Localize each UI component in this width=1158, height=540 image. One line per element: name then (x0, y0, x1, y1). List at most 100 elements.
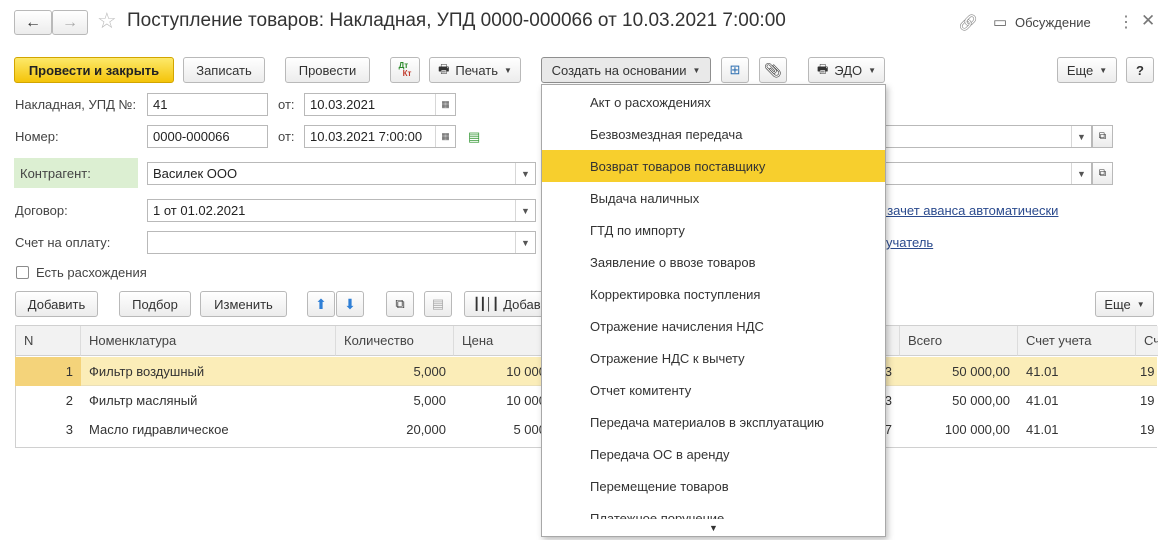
create-based-on-menu: Акт о расхождениях Безвозмездная передач… (541, 84, 886, 537)
open-warehouse-button[interactable]: ⧉ (1092, 162, 1113, 185)
recipient-link[interactable]: учатель (886, 235, 933, 250)
number-date-field[interactable]: 10.03.2021 7:00:00 ▦ (304, 125, 456, 148)
printer-icon: 🖶 (438, 61, 450, 76)
calendar-icon[interactable]: ▦ (435, 94, 455, 115)
create-based-on-button[interactable]: Создать на основании ▼ (541, 57, 711, 83)
table-more-button[interactable]: Еще ▼ (1095, 291, 1154, 317)
row-quantity: 5,000 (413, 364, 446, 379)
invoice-date-field[interactable]: 10.03.2021 ▦ (304, 93, 456, 116)
row-nomenclature: Фильтр воздушный (89, 364, 205, 379)
col-header-total[interactable]: Всего (900, 326, 1018, 356)
close-icon[interactable]: ✕ (1141, 11, 1155, 31)
comment-icon[interactable]: ▤ (468, 129, 480, 145)
forward-button[interactable]: → (52, 10, 88, 35)
help-button[interactable]: ? (1126, 57, 1154, 83)
number-label: Номер: (15, 129, 59, 144)
menu-item-goods-movement[interactable]: Перемещение товаров (542, 470, 885, 502)
chevron-down-icon[interactable]: ▼ (515, 232, 535, 253)
barcode-icon: ┃┃│┃ (473, 297, 499, 311)
number-field[interactable]: 0000-000066 (147, 125, 268, 148)
menu-item-materials-transfer[interactable]: Передача материалов в эксплуатацию (542, 406, 885, 438)
invoice-pay-label: Счет на оплату: (15, 235, 111, 250)
menu-item-discrepancy-act[interactable]: Акт о расхождениях (542, 86, 885, 118)
menu-item-return-to-supplier[interactable]: Возврат товаров поставщику (542, 150, 885, 182)
row-account2: 19 (1140, 422, 1155, 437)
row-price: 5 000 (513, 422, 546, 437)
chevron-down-icon: ▼ (504, 65, 512, 75)
row-quantity: 5,000 (413, 393, 446, 408)
attach-button[interactable]: 📎︎ (759, 57, 787, 83)
organization-field[interactable]: ▼ (860, 125, 1092, 148)
save-button[interactable]: Записать (183, 57, 265, 83)
menu-scroll-down[interactable]: ▼ (542, 519, 885, 536)
row-account: 41.01 (1026, 422, 1059, 437)
calendar-icon[interactable]: ▦ (435, 126, 455, 147)
chevron-down-icon: ▼ (868, 65, 877, 75)
discrepancy-label: Есть расхождения (36, 265, 147, 280)
chevron-down-icon: ▼ (692, 65, 701, 75)
menu-item-fixed-asset-lease[interactable]: Передача ОС в аренду (542, 438, 885, 470)
row-nomenclature: Масло гидравлическое (89, 422, 229, 437)
arrow-left-icon: ← (25, 13, 41, 31)
warehouse-field[interactable]: ▼ (860, 162, 1092, 185)
arrow-up-icon: ⬆︎ (315, 295, 327, 312)
favorite-star-icon[interactable]: ☆ (97, 8, 117, 34)
discussion-icon[interactable]: ▭ (993, 13, 1007, 31)
dt-kt-button[interactable]: Дт Кт (390, 57, 420, 83)
invoice-number-label: Накладная, УПД №: (15, 97, 137, 112)
link-icon[interactable]: 🔗︎ (958, 13, 978, 33)
counterparty-label: Контрагент: (20, 166, 91, 181)
discrepancy-checkbox[interactable] (16, 266, 29, 279)
structure-button[interactable]: ⊞ (721, 57, 749, 83)
row-price: 10 000 (506, 393, 546, 408)
invoice-date-label: от: (278, 97, 295, 112)
col-header-account[interactable]: Счет учета (1018, 326, 1136, 356)
change-button[interactable]: Изменить (200, 291, 287, 317)
select-button[interactable]: Подбор (119, 291, 191, 317)
copy-button[interactable]: ⧉ (386, 291, 414, 317)
hierarchy-icon: ⊞ (729, 62, 741, 77)
open-icon: ⧉ (1098, 168, 1107, 179)
col-header-nomenclature[interactable]: Номенклатура (81, 326, 336, 356)
menu-item-committent-report[interactable]: Отчет комитенту (542, 374, 885, 406)
move-up-button[interactable]: ⬆︎ (307, 291, 335, 317)
chevron-down-icon: ▼ (709, 523, 718, 533)
menu-item-import-application[interactable]: Заявление о ввозе товаров (542, 246, 885, 278)
add-row-button[interactable]: Добавить (15, 291, 98, 317)
more-button[interactable]: Еще ▼ (1057, 57, 1117, 83)
discussion-label[interactable]: Обсуждение (1015, 15, 1091, 30)
post-button[interactable]: Провести (285, 57, 370, 83)
back-button[interactable]: ← (14, 10, 52, 35)
chevron-down-icon[interactable]: ▼ (1071, 163, 1091, 184)
menu-item-vat-accrual[interactable]: Отражение начисления НДС (542, 310, 885, 342)
col-header-quantity[interactable]: Количество (336, 326, 454, 356)
row-account: 41.01 (1026, 393, 1059, 408)
menu-item-receipt-adjustment[interactable]: Корректировка поступления (542, 278, 885, 310)
invoice-pay-field[interactable]: ▼ (147, 231, 536, 254)
menu-item-vat-deduction[interactable]: Отражение НДС к вычету (542, 342, 885, 374)
row-account2: 19 (1140, 364, 1155, 379)
menu-item-cash-issue[interactable]: Выдача наличных (542, 182, 885, 214)
chevron-down-icon[interactable]: ▼ (515, 163, 535, 184)
post-and-close-button[interactable]: Провести и закрыть (14, 57, 174, 83)
col-header-n[interactable]: N (16, 326, 81, 356)
print-button[interactable]: 🖶 Печать ▼ (429, 57, 521, 83)
advance-offset-link[interactable]: , зачет аванса автоматически (880, 203, 1058, 218)
invoice-number-field[interactable]: 41 (147, 93, 268, 116)
contract-field[interactable]: 1 от 01.02.2021 ▼ (147, 199, 536, 222)
move-down-button[interactable]: ⬇︎ (336, 291, 364, 317)
chevron-down-icon: ▼ (1099, 65, 1108, 75)
row-account: 41.01 (1026, 364, 1059, 379)
menu-item-customs-import[interactable]: ГТД по импорту (542, 214, 885, 246)
counterparty-field[interactable]: Василек ООО ▼ (147, 162, 536, 185)
open-organization-button[interactable]: ⧉ (1092, 125, 1113, 148)
menu-item-free-transfer[interactable]: Безвозмездная передача (542, 118, 885, 150)
chevron-down-icon[interactable]: ▼ (515, 200, 535, 221)
chevron-down-icon[interactable]: ▼ (1071, 126, 1091, 147)
paste-button[interactable]: ▤ (424, 291, 452, 317)
more-vert-icon[interactable]: ⋮ (1118, 12, 1134, 32)
col-header-account2[interactable]: Сч (1136, 326, 1158, 356)
edo-button[interactable]: 🖶 ЭДО ▼ (808, 57, 885, 83)
chevron-down-icon: ▼ (1136, 299, 1145, 309)
edo-icon: 🖶 (816, 61, 829, 76)
